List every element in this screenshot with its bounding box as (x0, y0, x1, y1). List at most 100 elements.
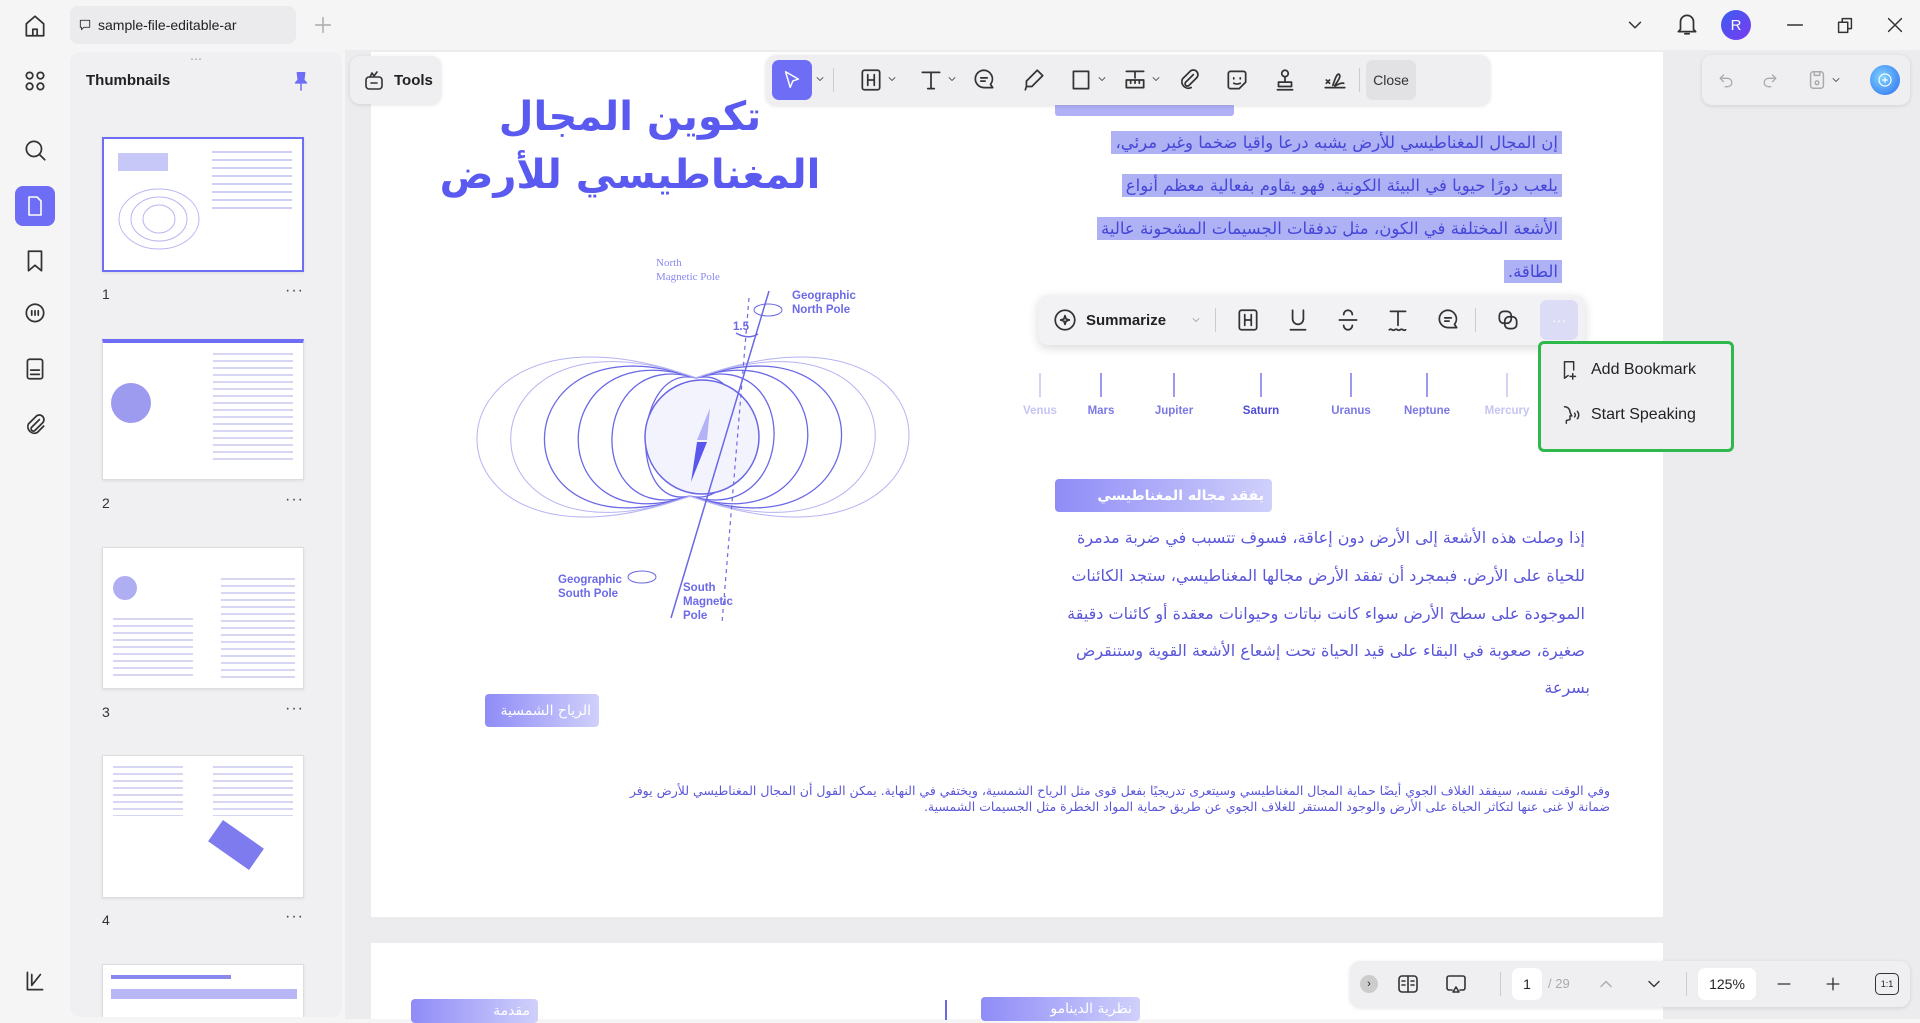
attachment-icon[interactable] (22, 412, 48, 438)
minimize-icon[interactable] (1784, 14, 1806, 36)
home-icon[interactable] (22, 13, 48, 39)
text-tool-icon[interactable] (918, 67, 944, 93)
panel-drag-handle[interactable]: ⋯ (190, 52, 203, 66)
planet-tick (1260, 373, 1262, 397)
total-pages: / 29 (1548, 976, 1570, 991)
page-number: 1 (102, 286, 110, 302)
tools-button[interactable]: Tools (350, 56, 441, 104)
collapse-arrow-button[interactable]: › (1360, 975, 1378, 993)
chevron-down-icon[interactable] (814, 73, 826, 85)
paragraph-line: للحياة على الأرض. فبمجرد أن تفقد الأرض م… (1071, 566, 1585, 585)
summarize-button[interactable]: Summarize (1052, 307, 1166, 333)
page-number: 4 (102, 912, 110, 928)
comment-icon[interactable] (1435, 307, 1461, 333)
current-page-input[interactable]: 1 (1512, 968, 1542, 1000)
tab-title: sample-file-editable-ar (98, 17, 237, 33)
chevron-down-icon[interactable] (1830, 74, 1842, 86)
thumbnail-page-5[interactable] (102, 964, 304, 1017)
planet-label: Jupiter (1154, 405, 1194, 417)
thumbnail-page-4[interactable] (102, 755, 304, 898)
solar-wind-heading: الرياح الشمسية (485, 694, 599, 727)
search-icon[interactable] (22, 137, 48, 163)
highlight-icon[interactable] (1235, 307, 1261, 333)
thumbnail-more-button[interactable]: ··· (285, 908, 304, 926)
label-north-magnetic: Magnetic Pole (656, 271, 720, 283)
column-divider (945, 1000, 947, 1020)
zoom-in-icon[interactable] (1823, 974, 1843, 994)
planet-tick (1039, 373, 1041, 397)
rectangle-tool-icon[interactable] (1068, 67, 1094, 93)
title-line: المغناطيسي للأرض (439, 152, 821, 198)
label-geo-south: South Pole (558, 588, 618, 600)
thumbnail-more-button[interactable]: ··· (285, 700, 304, 718)
comment-icon (78, 18, 92, 32)
menu-item-add-bookmark[interactable]: Add Bookmark (1559, 358, 1696, 382)
paragraph-line: صغيرة، صعوبة في البقاء على قيد الحياة تح… (1076, 641, 1585, 660)
paperclip-icon[interactable] (1176, 67, 1202, 93)
label-geo-south: Geographic (558, 574, 623, 586)
ai-assistant-button[interactable] (1870, 65, 1900, 95)
form-icon[interactable] (22, 356, 48, 382)
new-tab-plus-icon[interactable] (312, 14, 334, 36)
apps-grid-icon[interactable] (22, 68, 48, 94)
more-options-button[interactable]: ··· (1540, 300, 1578, 340)
magnetic-field-diagram: NorthMagnetic Pole GeographicNorth Pole … (476, 257, 910, 624)
selection-toolbar: Summarize ··· (1038, 295, 1585, 345)
chevron-down-icon[interactable] (1096, 73, 1108, 85)
page-navigation-bar: › 1 / 29 125% 1:1 (1350, 961, 1910, 1007)
avatar[interactable]: R (1721, 10, 1751, 40)
menu-item-start-speaking[interactable]: Start Speaking (1559, 403, 1696, 427)
comments-icon[interactable] (22, 301, 48, 327)
highlighted-text-line[interactable]: الأشعة المختلفة في الكون، مثل تدفقات الج… (1097, 217, 1562, 240)
highlighted-text-line[interactable]: الطاقة. (1503, 260, 1562, 283)
zoom-out-icon[interactable] (1774, 974, 1794, 994)
select-tool-button[interactable] (772, 60, 812, 100)
planet-tick (1350, 373, 1352, 397)
sticker-icon[interactable] (1224, 67, 1250, 93)
highlight-tool-icon[interactable] (858, 67, 884, 93)
layers-icon[interactable] (22, 968, 48, 994)
thumbnail-more-button[interactable]: ··· (285, 491, 304, 509)
speak-icon (1559, 403, 1581, 427)
squiggly-text-icon[interactable] (1385, 307, 1411, 333)
pin-icon[interactable] (290, 68, 312, 94)
planet-tick (1426, 373, 1428, 397)
redo-icon[interactable] (1760, 70, 1780, 90)
thumbnail-page-3[interactable] (102, 547, 304, 689)
measure-tool-icon[interactable] (1122, 67, 1148, 93)
next-page-icon[interactable] (1644, 974, 1664, 994)
bookmark-icon[interactable] (22, 248, 48, 274)
chevron-down-icon[interactable] (1190, 314, 1202, 326)
comment-tool-icon[interactable] (971, 67, 997, 93)
chevron-down-icon[interactable] (1624, 14, 1646, 36)
highlighted-text-line[interactable]: إن المجال المغناطيسي للأرض يشبه درعا واق… (1111, 131, 1562, 154)
zoom-level[interactable]: 125% (1698, 968, 1756, 1000)
restore-icon[interactable] (1834, 14, 1856, 36)
chevron-down-icon[interactable] (946, 73, 958, 85)
signature-icon[interactable] (1320, 67, 1350, 93)
thumbnails-tab-button[interactable] (15, 186, 55, 226)
undo-icon[interactable] (1716, 70, 1736, 90)
thumbnail-page-1[interactable] (102, 137, 304, 272)
stamp-icon[interactable] (1272, 67, 1298, 93)
pen-tool-icon[interactable] (1021, 67, 1047, 93)
label-south-magnetic: South (683, 582, 716, 594)
bell-icon[interactable] (1674, 10, 1700, 38)
two-page-view-icon[interactable] (1396, 972, 1420, 996)
presentation-icon[interactable] (1443, 972, 1469, 996)
chevron-down-icon[interactable] (886, 73, 898, 85)
thumbnail-more-button[interactable]: ··· (285, 282, 304, 300)
close-toolbar-button[interactable]: Close (1366, 60, 1416, 100)
chevron-down-icon[interactable] (1150, 73, 1162, 85)
previous-page-icon[interactable] (1596, 974, 1616, 994)
highlighted-text-line[interactable]: يلعب دورًا حيويا في البيئة الكونية. فهو … (1121, 174, 1562, 197)
close-window-icon[interactable] (1884, 14, 1906, 36)
save-icon[interactable] (1806, 68, 1828, 92)
planet-label: Mercury (1484, 405, 1530, 417)
document-tab[interactable]: sample-file-editable-ar (70, 6, 296, 44)
thumbnail-page-2[interactable] (102, 339, 304, 480)
strikethrough-icon[interactable] (1335, 307, 1361, 333)
copy-icon[interactable] (1495, 307, 1521, 333)
underline-icon[interactable] (1285, 307, 1311, 333)
actual-size-button[interactable]: 1:1 (1875, 973, 1899, 995)
